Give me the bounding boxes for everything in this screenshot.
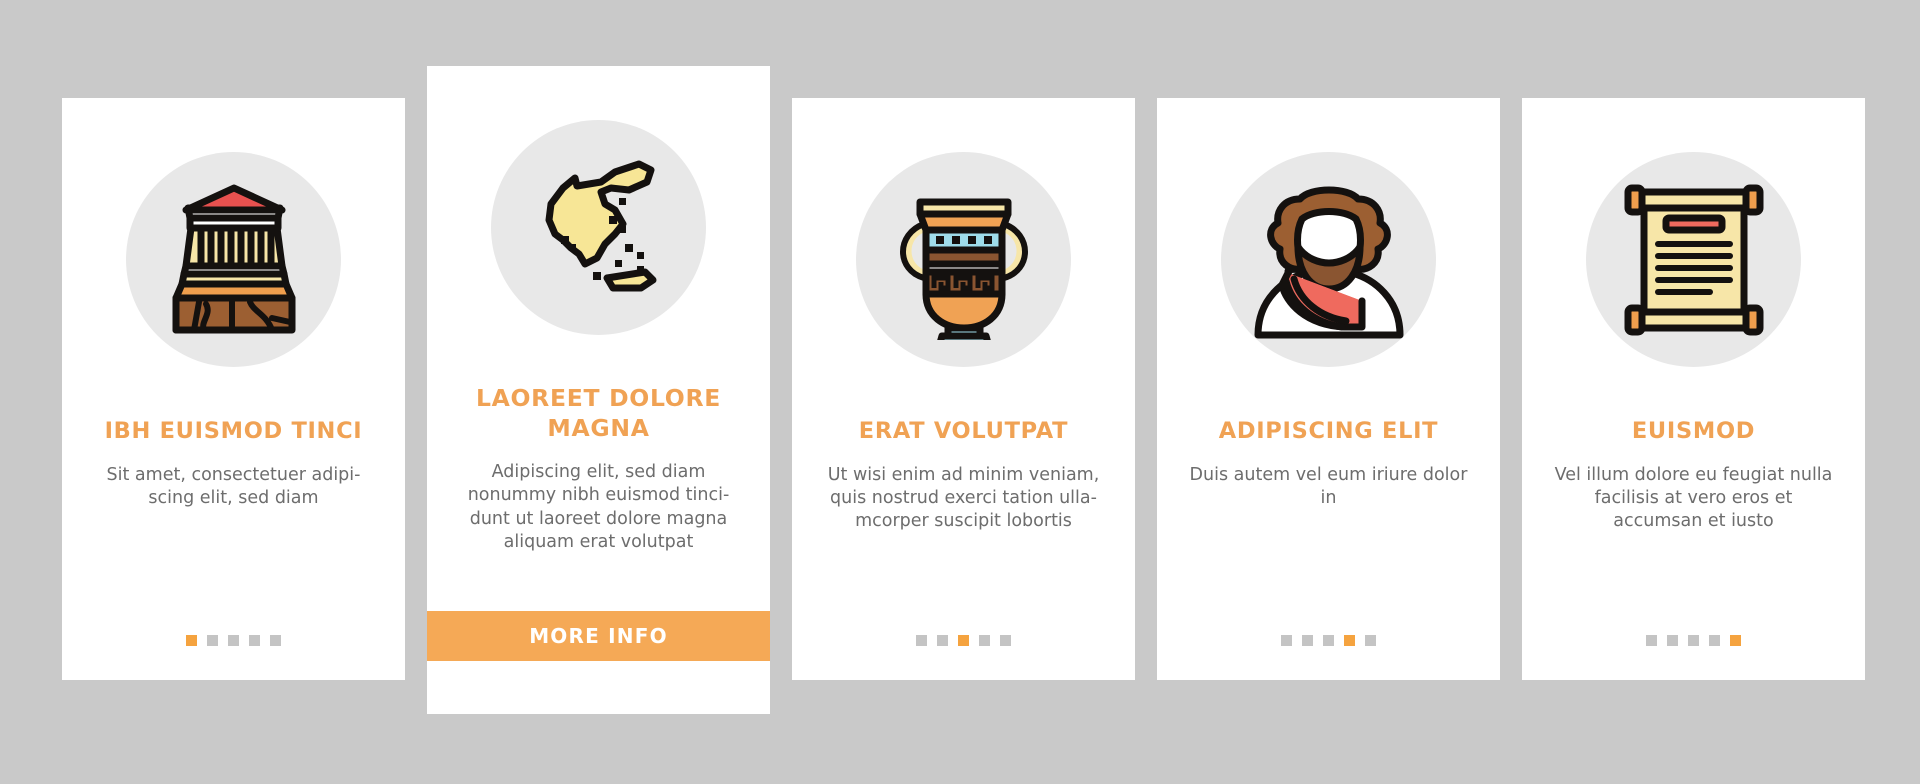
card-title: IBH EUISMOD TINCI — [104, 418, 363, 444]
onboarding-screens-container: IBH EUISMOD TINCI Sit amet, consectetuer… — [0, 0, 1920, 784]
pagination-dot[interactable] — [1302, 635, 1313, 646]
parthenon-temple-icon — [126, 152, 341, 367]
pagination-dot[interactable] — [249, 635, 260, 646]
pagination-dots[interactable] — [1646, 635, 1741, 646]
pagination-dot[interactable] — [1365, 635, 1376, 646]
card-description: Ut wisi enim ad minim veniam, quis nostr… — [827, 464, 1100, 532]
onboarding-card-3[interactable]: ERAT VOLUTPAT Ut wisi enim ad minim veni… — [792, 98, 1135, 680]
card-footer-spacer — [427, 661, 770, 714]
pagination-dot[interactable] — [186, 635, 197, 646]
card-description: Duis autem vel eum iriure dolor in — [1189, 464, 1468, 509]
pagination-dot[interactable] — [1281, 635, 1292, 646]
onboarding-card-4[interactable]: ADIPISCING ELIT Duis autem vel eum iriur… — [1157, 98, 1500, 680]
pagination-dot[interactable] — [916, 635, 927, 646]
more-info-button[interactable]: MORE INFO — [427, 611, 770, 661]
onboarding-card-1[interactable]: IBH EUISMOD TINCI Sit amet, consectetuer… — [62, 98, 405, 680]
pagination-dot[interactable] — [270, 635, 281, 646]
card-description: Vel illum dolore eu feugiat nulla facili… — [1554, 464, 1833, 532]
card-title: EUISMOD — [1631, 418, 1756, 444]
onboarding-card-5[interactable]: EUISMOD Vel illum dolore eu feugiat null… — [1522, 98, 1865, 680]
pagination-dots[interactable] — [916, 635, 1011, 646]
pagination-dot[interactable] — [207, 635, 218, 646]
pagination-dot[interactable] — [958, 635, 969, 646]
pagination-dot[interactable] — [979, 635, 990, 646]
pagination-dot[interactable] — [937, 635, 948, 646]
onboarding-card-2[interactable]: LAOREET DOLORE MAGNA Adipiscing elit, se… — [427, 66, 770, 714]
pagination-dot[interactable] — [1646, 635, 1657, 646]
pagination-dot[interactable] — [1344, 635, 1355, 646]
pagination-dot[interactable] — [1323, 635, 1334, 646]
card-title: LAOREET DOLORE MAGNA — [475, 384, 722, 443]
greece-map-icon — [491, 120, 706, 335]
pagination-dot[interactable] — [228, 635, 239, 646]
pagination-dot[interactable] — [1709, 635, 1720, 646]
pagination-dot[interactable] — [1000, 635, 1011, 646]
card-title: ERAT VOLUTPAT — [858, 418, 1069, 444]
papyrus-scroll-icon — [1586, 152, 1801, 367]
pagination-dot[interactable] — [1667, 635, 1678, 646]
card-title: ADIPISCING ELIT — [1218, 418, 1439, 444]
pagination-dots[interactable] — [1281, 635, 1376, 646]
card-description: Sit amet, consectetuer adipi-scing elit,… — [106, 464, 361, 509]
pagination-dot[interactable] — [1730, 635, 1741, 646]
pagination-dots[interactable] — [186, 635, 281, 646]
greek-amphora-vase-icon — [856, 152, 1071, 367]
greek-philosopher-icon — [1221, 152, 1436, 367]
pagination-dot[interactable] — [1688, 635, 1699, 646]
card-description: Adipiscing elit, sed diam nonummy nibh e… — [467, 462, 730, 552]
